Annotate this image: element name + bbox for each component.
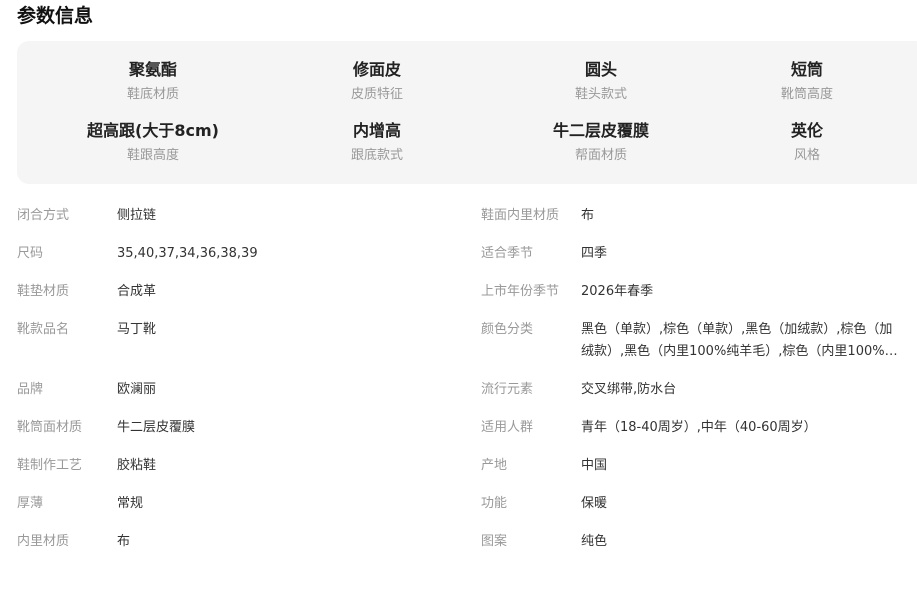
highlight-label: 皮质特征: [350, 87, 403, 102]
param-value: 胶粘鞋: [117, 458, 157, 473]
param-label: 鞋制作工艺: [17, 458, 83, 473]
param-value: 常规: [117, 496, 144, 511]
param-label: 尺码: [17, 246, 44, 261]
param-label: 图案: [481, 534, 508, 549]
highlight-value: 内增高: [352, 121, 401, 140]
highlight-value: 英伦: [790, 121, 823, 140]
highlight-value: 修面皮: [352, 60, 401, 79]
highlight-value: 超高跟(大于8cm): [87, 121, 219, 140]
param-label: 闭合方式: [17, 208, 70, 223]
highlight-item: 短筒 靴筒高度: [695, 60, 917, 103]
param-label: 鞋垫材质: [17, 284, 70, 299]
param-value: 纯色: [581, 534, 608, 549]
highlight-label: 帮面材质: [574, 148, 627, 163]
param-value: 布: [581, 208, 595, 223]
param-value: 黑色（单款）,棕色（单款）,黑色（加绒款）,棕色（加绒款）,黑色（内里100%纯…: [581, 322, 898, 359]
param-label: 靴款品名: [17, 322, 70, 337]
highlight-item: 聚氨酯 鞋底材质: [41, 60, 265, 103]
param-value: 侧拉链: [117, 208, 157, 223]
highlight-item: 圆头 鞋头款式: [489, 60, 713, 103]
param-label: 适合季节: [481, 246, 534, 261]
highlight-label: 靴筒高度: [780, 87, 833, 102]
highlight-item: 牛二层皮覆膜 帮面材质: [489, 121, 713, 164]
highlight-value: 圆头: [584, 60, 617, 79]
param-value: 保暖: [581, 496, 608, 511]
param-label: 品牌: [17, 382, 44, 397]
highlight-label: 风格: [793, 148, 820, 163]
param-label: 鞋面内里材质: [481, 208, 560, 223]
param-value: 中国: [581, 458, 608, 473]
highlight-value: 短筒: [790, 60, 823, 79]
param-value: 四季: [581, 246, 608, 261]
param-value: 布: [117, 534, 131, 549]
highlight-panel: 聚氨酯 鞋底材质 修面皮 皮质特征 圆头 鞋头款式 短筒 靴筒高度 超高跟(大于…: [17, 41, 917, 184]
highlight-label: 鞋头款式: [574, 87, 627, 102]
highlight-value: 聚氨酯: [128, 60, 177, 79]
highlight-item: 英伦 风格: [695, 121, 917, 164]
param-value: 2026年春季: [581, 284, 654, 299]
highlight-item: 修面皮 皮质特征: [265, 60, 489, 103]
highlight-item: 内增高 跟底款式: [265, 121, 489, 164]
param-label: 内里材质: [17, 534, 70, 549]
highlight-value: 牛二层皮覆膜: [552, 121, 649, 140]
section-title: 参数信息: [17, 5, 94, 27]
param-value: 合成革: [117, 284, 157, 299]
param-label: 流行元素: [481, 382, 534, 397]
param-value: 交叉绑带,防水台: [581, 382, 677, 397]
param-value: 牛二层皮覆膜: [117, 420, 196, 435]
param-value: 马丁靴: [117, 322, 157, 337]
highlight-label: 鞋底材质: [126, 87, 179, 102]
param-label: 厚薄: [17, 496, 44, 511]
param-label: 靴筒面材质: [17, 420, 83, 435]
highlight-label: 鞋跟高度: [126, 148, 179, 163]
highlight-label: 跟底款式: [350, 148, 403, 163]
param-value: 青年（18-40周岁）,中年（40-60周岁）: [581, 420, 817, 435]
param-label: 产地: [481, 458, 508, 473]
highlight-item: 超高跟(大于8cm) 鞋跟高度: [41, 121, 265, 164]
param-label: 上市年份季节: [481, 284, 560, 299]
product-params-page: 参数信息 聚氨酯 鞋底材质 修面皮 皮质特征 圆头 鞋头款式 短筒 靴筒高度 超…: [0, 0, 917, 589]
param-value: 欧澜丽: [117, 382, 157, 397]
param-label: 颜色分类: [481, 322, 534, 337]
param-value: 35,40,37,34,36,38,39: [117, 246, 258, 261]
param-label: 功能: [481, 496, 508, 511]
param-label: 适用人群: [481, 420, 534, 435]
